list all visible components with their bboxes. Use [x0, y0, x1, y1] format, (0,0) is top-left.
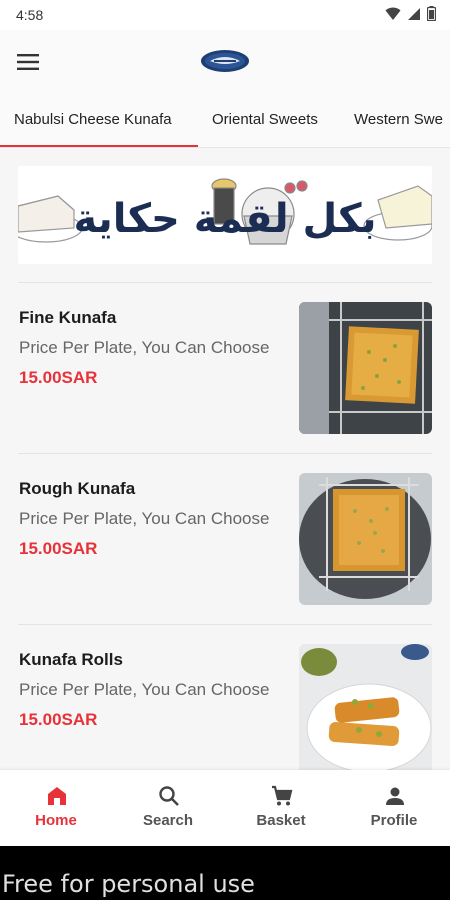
nav-profile[interactable]: Profile [338, 770, 450, 846]
nav-search[interactable]: Search [112, 770, 224, 846]
product-image[interactable] [299, 302, 432, 434]
tab-nabulsi-cheese-kunafa[interactable]: Nabulsi Cheese Kunafa [14, 94, 172, 146]
banner-calligraphy: بكل لقمة حكاية [73, 196, 376, 242]
search-icon [159, 786, 179, 806]
nav-search-label: Search [142, 812, 194, 829]
divider [18, 282, 432, 283]
cart-icon [272, 785, 293, 806]
status-time: 4:58 [16, 7, 44, 23]
app-bar [0, 30, 450, 94]
bottom-navigation: Home Search Basket Profile [0, 770, 450, 846]
product-description: Price Per Plate, You Can Choose [19, 509, 270, 528]
battery-icon [427, 6, 436, 21]
promo-banner[interactable]: بكل لقمة حكاية [18, 166, 432, 264]
product-price: 15.00SAR [19, 368, 98, 387]
product-card-rough-kunafa[interactable]: Rough Kunafa Price Per Plate, You Can Ch… [0, 473, 450, 623]
product-image[interactable] [299, 644, 432, 770]
person-icon [386, 787, 404, 805]
watermark-bar: Free for personal use [0, 846, 450, 900]
home-icon [48, 787, 66, 805]
product-description: Price Per Plate, You Can Choose [19, 338, 270, 357]
product-name: Rough Kunafa [19, 479, 136, 498]
nav-home[interactable]: Home [0, 770, 112, 846]
nav-basket-label: Basket [256, 812, 306, 829]
product-description: Price Per Plate, You Can Choose [19, 680, 270, 699]
product-image[interactable] [299, 473, 432, 605]
menu-button[interactable] [14, 48, 42, 76]
product-price: 15.00SAR [19, 539, 98, 558]
tab-western-sweets[interactable]: Western Swe [354, 94, 443, 146]
product-name: Kunafa Rolls [19, 650, 123, 669]
tab-oriental-sweets[interactable]: Oriental Sweets [212, 94, 318, 146]
divider [18, 624, 432, 625]
product-card-fine-kunafa[interactable]: Fine Kunafa Price Per Plate, You Can Cho… [0, 302, 450, 452]
product-name: Fine Kunafa [19, 308, 117, 327]
brand-logo [201, 50, 249, 72]
banner-illustration: بكل لقمة حكاية [18, 166, 432, 264]
signal-icon [408, 7, 420, 20]
product-card-kunafa-rolls[interactable]: Kunafa Rolls Price Per Plate, You Can Ch… [0, 644, 450, 770]
category-tabs: Nabulsi Cheese Kunafa Oriental Sweets We… [0, 94, 450, 148]
divider [18, 453, 432, 454]
nav-basket[interactable]: Basket [225, 770, 337, 846]
nav-profile-label: Profile [370, 812, 418, 829]
product-list: بكل لقمة حكاية Fine Kunafa Price Per Pla… [0, 148, 450, 770]
product-price: 15.00SAR [19, 710, 98, 729]
wifi-icon [385, 7, 401, 20]
hamburger-menu-icon [17, 54, 39, 70]
nav-home-label: Home [35, 812, 77, 829]
status-bar: 4:58 [0, 0, 450, 30]
status-icons [385, 6, 436, 21]
watermark-text: Free for personal use [2, 870, 255, 898]
